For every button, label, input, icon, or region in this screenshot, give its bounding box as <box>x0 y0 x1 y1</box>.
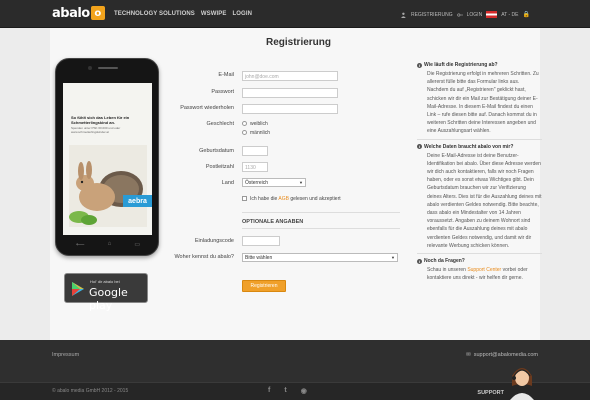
register-button[interactable]: Registrieren <box>242 280 286 292</box>
support-label[interactable]: SUPPORT <box>477 390 504 396</box>
phone-screen-ad: So fühlt sich das Leben für ein Schmette… <box>63 83 152 235</box>
password-repeat-label: Passwort wiederholen <box>180 105 234 111</box>
lock-icon: 🔒 <box>522 12 530 18</box>
key-icon <box>456 13 463 16</box>
faq-question-3: i Noch da Fragen? <box>417 258 542 264</box>
zip-field[interactable]: 1130 <box>242 162 268 172</box>
password-label: Passwort <box>211 89 234 95</box>
info-icon: i <box>417 258 422 264</box>
brand-badge: aebra <box>123 195 152 207</box>
source-label: Woher kennst du abalo? <box>174 254 234 260</box>
copyright: © abalo media GmbH 2012 - 2015 <box>52 388 129 394</box>
austria-flag-icon[interactable] <box>486 11 498 18</box>
login-link[interactable]: LOGIN <box>467 12 483 18</box>
password-field[interactable] <box>242 88 338 98</box>
source-select[interactable]: Bitte wählen ▼ <box>242 253 398 262</box>
top-navbar: abalo o TECHNOLOGY SOLUTIONS WSWIPE LOGI… <box>0 0 590 28</box>
gender-male-label: männlich <box>250 130 271 136</box>
logo-text: abalo <box>52 5 90 21</box>
faq-answer-1: Die Registrierung erfolgt in mehreren Sc… <box>427 71 539 135</box>
social-links: f t ◉ <box>268 387 307 395</box>
email-label: E-Mail <box>218 72 234 78</box>
support-email-text: support@abalomedia.com <box>473 352 538 358</box>
gplay-big-text: Google play <box>89 286 128 312</box>
page-title: Registrierung <box>266 37 332 48</box>
phone-camera <box>88 66 92 70</box>
agb-checkbox[interactable] <box>242 196 247 201</box>
ad-headline: So fühlt sich das Leben für ein Schmette… <box>71 115 130 125</box>
invite-code-field[interactable] <box>242 236 280 246</box>
faq-answer-2: Deine E-Mail-Adresse ist deine Benutzer-… <box>427 152 542 249</box>
register-link[interactable]: REGISTRIERUNG <box>411 12 453 18</box>
chevron-down-icon: ▼ <box>299 180 303 185</box>
back-icon: ⟵ <box>76 242 85 248</box>
optional-section-title: OPTIONALE ANGABEN <box>242 219 304 225</box>
recent-apps-icon: ▭ <box>134 242 140 248</box>
rabbit-hedgehog-image <box>69 145 147 227</box>
support-center-link[interactable]: Support Center <box>467 267 501 273</box>
source-value: Bitte wählen <box>245 255 273 261</box>
ad-small-text: Spenden unter PSK 60.000 und oder www.sc… <box>71 126 121 134</box>
faq-question-1: i Wie läuft die Registrierung ab? <box>417 62 542 68</box>
gender-male-radio[interactable] <box>242 130 247 135</box>
gender-female-radio[interactable] <box>242 121 247 126</box>
facebook-icon[interactable]: f <box>268 387 270 395</box>
top-right-nav: REGISTRIERUNG LOGIN AT - DE 🔒 <box>400 11 530 18</box>
agb-pre: Ich habe die <box>250 196 278 202</box>
gender-label: Geschlecht <box>206 121 234 127</box>
home-icon: ⌂ <box>107 241 112 247</box>
google-play-icon <box>72 282 84 296</box>
faq-question-2-text: Welche Daten braucht abalo von mir? <box>424 143 514 150</box>
birthdate-field[interactable] <box>242 146 268 156</box>
nav-wswipe[interactable]: WSWIPE <box>201 11 227 17</box>
support-email[interactable]: ✉ support@abalomedia.com <box>466 352 538 358</box>
birthdate-label: Geburtsdatum <box>199 148 234 154</box>
android-icon[interactable]: ◉ <box>301 387 307 395</box>
faq-answer-3-pre: Schau in unseren <box>427 267 466 274</box>
form-divider <box>242 212 400 213</box>
country-select[interactable]: Österreich ▼ <box>242 178 306 187</box>
country-value: Österreich <box>245 180 269 186</box>
faq-question-3-text: Noch da Fragen? <box>424 258 465 265</box>
chevron-down-icon: ▼ <box>391 255 395 260</box>
phone-mockup: So fühlt sich das Leben für ein Schmette… <box>55 58 159 256</box>
zip-label: Postleitzahl <box>205 164 234 170</box>
abalo-logo[interactable]: abalo o <box>52 5 105 21</box>
faq-divider <box>417 253 542 255</box>
invite-label: Einladungscode <box>194 238 234 244</box>
password-repeat-field[interactable] <box>242 104 338 114</box>
gplay-small-text: Hol' dir abalo bei <box>90 279 120 284</box>
faq-divider <box>417 138 542 140</box>
user-add-icon <box>400 12 406 18</box>
nav-login[interactable]: LOGIN <box>233 11 253 17</box>
google-play-badge[interactable]: Hol' dir abalo bei Google play <box>64 273 148 312</box>
mail-icon: ✉ <box>466 352 471 358</box>
logo-badge: o <box>90 6 105 20</box>
email-field[interactable]: john@doe.com <box>242 71 338 81</box>
impressum-link[interactable]: Impressum <box>52 352 79 358</box>
support-agent-avatar[interactable] <box>508 362 536 400</box>
info-icon: i <box>417 62 422 68</box>
faq-sidebar: i Wie läuft die Registrierung ab? Die Re… <box>417 62 542 282</box>
footer: Impressum ✉ support@abalomedia.com © aba… <box>0 340 590 400</box>
twitter-icon[interactable]: t <box>284 387 286 395</box>
faq-answer-3: Schau in unseren Support Center vorbei o… <box>417 266 542 282</box>
agb-text: Ich habe die AGB gelesen und akzeptiert <box>250 196 341 202</box>
phone-buttons: ⟵ ⌂ ▭ <box>76 241 140 248</box>
agb-post: gelesen und akzeptiert <box>290 196 341 202</box>
country-label: Land <box>221 180 234 186</box>
faq-question-2: i Welche Daten braucht abalo von mir? <box>417 144 542 150</box>
locale-switch[interactable]: AT - DE <box>501 12 518 18</box>
gender-female-label: weiblich <box>250 121 268 127</box>
optional-divider <box>242 228 400 229</box>
phone-speaker <box>98 67 118 69</box>
main-nav: TECHNOLOGY SOLUTIONS WSWIPE LOGIN <box>114 11 252 17</box>
nav-technology-solutions[interactable]: TECHNOLOGY SOLUTIONS <box>114 11 195 17</box>
faq-question-1-text: Wie läuft die Registrierung ab? <box>424 62 498 68</box>
info-icon: i <box>417 144 422 150</box>
agb-link[interactable]: AGB <box>278 196 289 202</box>
